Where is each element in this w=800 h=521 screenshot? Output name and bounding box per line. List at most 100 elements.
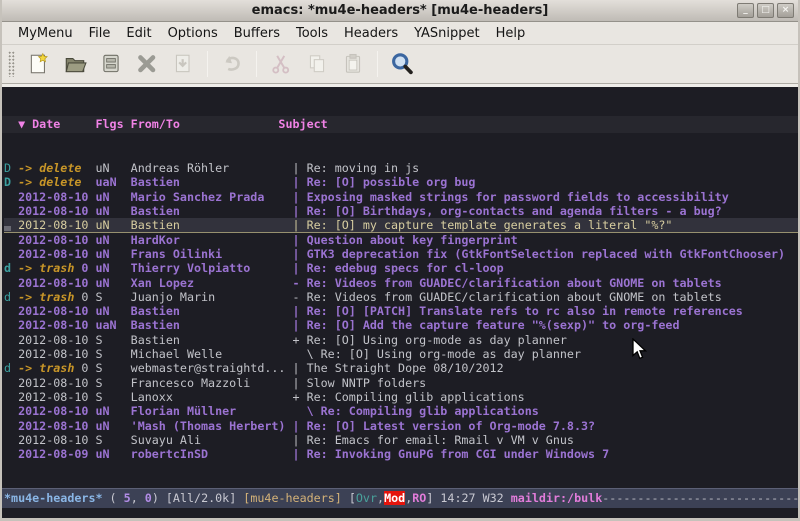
emacs-window: emacs: *mu4e-headers* [mu4e-headers] _ □…: [0, 0, 800, 521]
row-segment-tx: 2012-08-10 uN HardKor | Question about k…: [4, 233, 518, 247]
row-segment-ac: -> delete: [18, 175, 81, 189]
row-segment-mk: D: [4, 175, 18, 189]
modeline-segment-num: 0: [145, 491, 152, 505]
message-row[interactable]: 2012-08-10 uN Bastien | Re: [O] [PATCH] …: [4, 304, 798, 318]
row-segment-tx: 0 S Juanjo Marin - Re: Videos from GUADE…: [74, 290, 721, 304]
row-segment-tx: 2012-08-10 uN 'Mash (Thomas Herbert) | R…: [4, 419, 595, 433]
undo-button[interactable]: [214, 48, 250, 80]
row-segment-tx: 0 S webmaster@straightd... | The Straigh…: [74, 361, 503, 375]
modeline-segment-df: (: [103, 491, 124, 505]
mode-line: *mu4e-headers* ( 5, 0) [All/2.0k] [mu4e-…: [2, 488, 798, 508]
row-segment-mk: D: [4, 161, 18, 175]
menu-item-edit[interactable]: Edit: [118, 24, 159, 43]
message-row[interactable]: 2012-08-10 S Lanoxx + Re: Compiling glib…: [4, 390, 798, 404]
message-row[interactable]: 2012-08-10 uN Florian Müllner \ Re: Comp…: [4, 404, 798, 418]
row-segment-tx: 2012-08-10 uN Bastien | Re: [O] [PATCH] …: [4, 304, 743, 318]
modeline-segment-num: 5: [124, 491, 131, 505]
toolbar-grip-handle[interactable]: [8, 51, 15, 77]
row-segment-tx: uaN Bastien | Re: [O] possible org bug: [81, 175, 475, 189]
close-button[interactable]: ×: [777, 3, 794, 18]
modeline-segment-dash: ----------------------------: [602, 491, 798, 505]
message-row[interactable]: 2012-08-09 uN robertcInSD | Re: Invoking…: [4, 447, 798, 461]
new-document-button[interactable]: [21, 48, 57, 80]
message-row[interactable]: 2012-08-10 uN HardKor | Question about k…: [4, 233, 798, 247]
message-row[interactable]: 2012-08-10 uN Xan Lopez - Re: Videos fro…: [4, 276, 798, 290]
save-button[interactable]: [93, 48, 129, 80]
row-segment-tx: 2012-08-10 S Francesco Mazzoli | Slow NN…: [4, 376, 426, 390]
menu-item-tools[interactable]: Tools: [288, 24, 336, 43]
message-row[interactable]: 2012-08-10 uN Frans Oilinki | GTK3 depre…: [4, 247, 798, 261]
message-row[interactable]: 2012-08-10 uN Bastien | Re: [O] Birthday…: [4, 204, 798, 218]
paste-clipboard-icon: [341, 52, 365, 76]
row-segment-tx: 2012-08-10 uN Mario Sanchez Prada | Expo…: [4, 190, 729, 204]
toolbar-separator: [377, 51, 378, 77]
paste-button[interactable]: [335, 48, 371, 80]
copy-button[interactable]: [299, 48, 335, 80]
message-row[interactable]: 2012-08-10 uN Bastien | Re: [O] my captu…: [4, 218, 798, 232]
menu-item-yasnippet[interactable]: YASnippet: [406, 24, 488, 43]
maximize-button[interactable]: □: [757, 3, 774, 18]
save-as-button[interactable]: [165, 48, 201, 80]
menu-item-options[interactable]: Options: [160, 24, 226, 43]
title-bar[interactable]: emacs: *mu4e-headers* [mu4e-headers] _ □…: [2, 0, 798, 22]
row-segment-tx: 2012-08-10 uN Bastien | Re: [O] my captu…: [4, 218, 672, 232]
row-segment-tx: 2012-08-10 uN Xan Lopez - Re: Videos fro…: [4, 276, 722, 290]
menu-item-file[interactable]: File: [81, 24, 119, 43]
close-x-icon: [135, 52, 159, 76]
save-as-icon: [171, 52, 195, 76]
search-button[interactable]: [384, 48, 420, 80]
message-row[interactable]: 2012-08-10 S Michael Welle \ Re: [O] Usi…: [4, 347, 798, 361]
row-segment-tx: 2012-08-10 uN Bastien | Re: [O] Birthday…: [4, 204, 722, 218]
message-row[interactable]: d -> trash 0 uN Thierry Volpiatto | Re: …: [4, 261, 798, 275]
row-segment-tx: 0 uN Thierry Volpiatto | Re: edebug spec…: [74, 261, 503, 275]
menu-item-buffers[interactable]: Buffers: [226, 24, 288, 43]
row-segment-tx: uN Andreas Röhler | Re: moving in js: [81, 161, 419, 175]
message-row[interactable]: 2012-08-10 S Francesco Mazzoli | Slow NN…: [4, 376, 798, 390]
row-segment-tx: 2012-08-10 S Michael Welle \ Re: [O] Usi…: [4, 347, 581, 361]
menu-item-headers[interactable]: Headers: [336, 24, 406, 43]
search-magnifier-icon: [389, 51, 415, 77]
new-document-icon: [27, 52, 51, 76]
minimize-button[interactable]: _: [737, 3, 754, 18]
message-row[interactable]: D -> delete uaN Bastien | Re: [O] possib…: [4, 175, 798, 189]
modeline-segment-ro: RO: [412, 491, 426, 505]
mouse-cursor: [632, 338, 647, 361]
echo-area[interactable]: [2, 508, 798, 518]
row-segment-ac: -> trash: [18, 290, 74, 304]
message-row[interactable]: D -> delete uN Andreas Röhler | Re: movi…: [4, 161, 798, 175]
row-segment-tx: 2012-08-10 S Bastien + Re: [O] Using org…: [4, 333, 567, 347]
message-row[interactable]: 2012-08-10 S Suvayu Ali | Re: Emacs for …: [4, 433, 798, 447]
message-row[interactable]: d -> trash 0 S Juanjo Marin - Re: Videos…: [4, 290, 798, 304]
modeline-segment-df: ) [All/2.0k]: [152, 491, 243, 505]
modeline-segment-ovr: Ovr: [356, 491, 377, 505]
tool-bar: [2, 45, 798, 83]
message-row[interactable]: 2012-08-10 uN Mario Sanchez Prada | Expo…: [4, 190, 798, 204]
modeline-segment-df: ] 14:27 W32: [426, 491, 510, 505]
message-row[interactable]: 2012-08-10 uaN Bastien | Re: [O] Add the…: [4, 318, 798, 332]
window-title: emacs: *mu4e-headers* [mu4e-headers]: [252, 3, 549, 18]
close-buffer-button[interactable]: [129, 48, 165, 80]
row-segment-tx: 2012-08-10 S Lanoxx + Re: Compiling glib…: [4, 390, 525, 404]
open-folder-button[interactable]: [57, 48, 93, 80]
menu-bar: MyMenuFileEditOptionsBuffersToolsHeaders…: [2, 22, 798, 45]
message-row[interactable]: d -> trash 0 S webmaster@straightd... | …: [4, 361, 798, 375]
row-segment-mk: d: [4, 261, 18, 275]
row-segment-tx: 2012-08-10 uN Florian Müllner \ Re: Comp…: [4, 404, 539, 418]
message-list: D -> delete uN Andreas Röhler | Re: movi…: [2, 161, 798, 461]
row-segment-tx: 2012-08-10 uaN Bastien | Re: [O] Add the…: [4, 318, 680, 332]
menu-item-help[interactable]: Help: [488, 24, 534, 43]
window-controls: _ □ ×: [737, 3, 794, 18]
menu-item-mymenu[interactable]: MyMenu: [10, 24, 81, 43]
cut-button[interactable]: [263, 48, 299, 80]
copy-icon: [305, 52, 329, 76]
message-row[interactable]: 2012-08-10 S Bastien + Re: [O] Using org…: [4, 333, 798, 347]
modeline-segment-major: [mu4e-headers]: [243, 491, 342, 505]
row-segment-ac: -> trash: [18, 361, 74, 375]
row-segment-mk: d: [4, 361, 18, 375]
row-segment-ac: -> delete: [18, 161, 81, 175]
modeline-segment-mod: Mod: [384, 491, 405, 505]
header-line: ▼ Date Flgs From/To Subject: [2, 116, 798, 133]
message-row[interactable]: 2012-08-10 uN 'Mash (Thomas Herbert) | R…: [4, 419, 798, 433]
save-icon: [99, 52, 123, 76]
cut-scissors-icon: [269, 52, 293, 76]
